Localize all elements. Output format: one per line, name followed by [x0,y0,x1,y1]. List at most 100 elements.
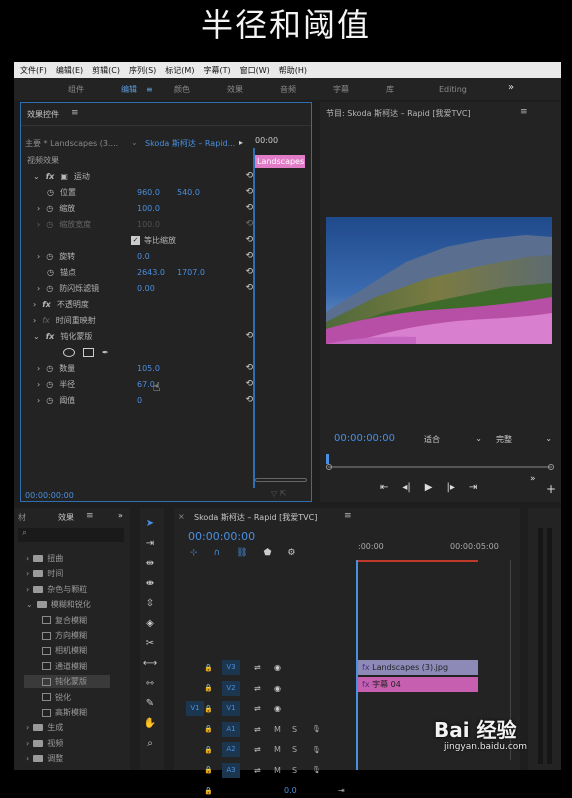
program-monitor-title[interactable]: 节目: Skoda 斯柯达 – Rapid [我爱TVC] [326,108,471,119]
panel-menu-icon[interactable]: ≡ [344,511,352,521]
track-header-a2[interactable]: 🔒 A2 ⇌ M S 🎙 [174,742,356,757]
anchor-x-value[interactable]: 2643.0 [137,268,165,277]
scale-row[interactable]: › ◷ 缩放 100.0 ⟲ [29,201,257,215]
master-clip-label[interactable]: 主要 * Landscapes (3.... [25,138,118,149]
track-target-button[interactable]: V2 [222,680,240,696]
workspace-menu-icon[interactable]: ≡ [146,85,156,94]
effects-list-item[interactable]: 复合模糊 [38,614,87,627]
source-patch-v1[interactable]: V1 [186,701,204,716]
menu-item-4[interactable]: 标记(M) [165,65,194,76]
sync-lock-icon[interactable]: ⇌ [254,704,261,713]
track-select-tool-icon[interactable]: ⇥ [140,538,160,549]
threshold-value[interactable]: 0 [137,396,142,405]
track-target-button[interactable]: A1 [222,721,240,737]
menu-item-0[interactable]: 文件(F) [20,65,47,76]
tab-previous[interactable]: 材 [18,512,26,523]
disclosure-arrow-icon[interactable]: › [26,754,29,763]
panel-more-button[interactable]: » [118,511,123,520]
slide-tool-icon[interactable]: ⇿ [140,678,160,689]
disclosure-arrow-icon[interactable]: ⌄ [26,600,33,609]
effects-list-item[interactable]: › 视频 [26,737,63,750]
scale-value[interactable]: 100.0 [137,204,160,213]
position-x-value[interactable]: 960.0 [137,188,160,197]
ripple-edit-tool-icon[interactable]: ⇹ [140,558,160,569]
effects-list-item[interactable]: ⌄ 模糊和锐化 [26,598,91,611]
solo-button[interactable]: S [292,766,297,775]
mute-button[interactable]: M [274,745,281,754]
effects-list-item[interactable]: › 调整 [26,752,63,765]
menu-item-7[interactable]: 帮助(H) [279,65,307,76]
program-scrub-bar[interactable] [328,466,552,468]
nest-icon[interactable]: ⊹ [190,548,198,558]
uniform-scale-checkbox[interactable]: ✓ [131,235,140,245]
lock-icon[interactable]: 🔒 [204,705,213,713]
effects-search-input[interactable]: ⌕ [18,528,124,542]
add-marker-icon[interactable]: ⬟ [264,548,272,558]
effects-list-item[interactable]: 通道模糊 [38,660,87,673]
disclosure-arrow-icon[interactable]: › [26,585,29,594]
track-target-button[interactable]: V1 [222,701,240,716]
workspace-tab-2[interactable]: 颜色 [174,84,227,95]
linked-selection-icon[interactable]: ⛓ [236,548,247,558]
track-target-button[interactable]: V3 [222,660,240,675]
step-forward-icon[interactable]: |▸ [446,482,454,493]
fit-dropdown[interactable]: 适合 ⌄ [424,434,486,446]
filter-icon[interactable]: ▽ ⇱ [271,489,286,498]
menu-item-3[interactable]: 序列(S) [129,65,156,76]
work-area-bar[interactable] [358,560,478,562]
menu-item-6[interactable]: 窗口(W) [240,65,270,76]
workspace-tab-0[interactable]: 组件 [68,84,121,95]
track-header-a1[interactable]: 🔒 A1 ⇌ M S 🎙 [174,721,356,737]
slip-tool-icon[interactable]: ⟷ [140,658,160,669]
hand-tool-icon[interactable]: ✋ [140,718,160,729]
clip-landscapes-jpg[interactable]: fx Landscapes (3).jpg [358,660,478,675]
effects-list-item[interactable]: › 扭曲 [26,552,63,565]
workspace-tab-5[interactable]: 字幕 [333,84,386,95]
workspace-more-button[interactable]: » [508,82,514,93]
workspace-tab-6[interactable]: 库 [386,84,439,95]
razor-blade-icon[interactable]: ✂ [140,638,160,649]
workspace-tab-7[interactable]: Editing [439,85,492,94]
motion-row[interactable]: ⌄ fx ▣ 运动 ⟲ [29,169,257,183]
effects-list-item[interactable]: › 生成 [26,721,63,734]
solo-button[interactable]: S [292,745,297,754]
mute-button[interactable]: M [274,725,281,734]
workspace-tab-4[interactable]: 音频 [280,84,333,95]
amount-value[interactable]: 105.0 [137,364,160,373]
panel-menu-icon[interactable]: ≡ [71,108,79,118]
antiflicker-row[interactable]: › ◷ 防闪烁滤镜 0.00 ⟲ [29,281,257,295]
uniform-scale-row[interactable]: ✓ 等比缩放 ⟲ [29,233,257,247]
solo-button[interactable]: S [292,725,297,734]
clip-title-04[interactable]: fx 字幕 04 [358,677,478,692]
track-target-button[interactable]: A3 [222,762,240,778]
lock-icon[interactable]: 🔒 [204,746,213,754]
amount-row[interactable]: › ◷ 数量 105.0 ⟲ [29,361,257,375]
sequence-clip-label[interactable]: Skoda 斯柯达 – Rapid... [145,138,235,149]
threshold-row[interactable]: › ◷ 阈值 0 ⟲ [29,393,257,407]
panel-menu-icon[interactable]: ≡ [86,511,94,521]
eye-icon[interactable]: ◉ [274,704,281,713]
effects-list-item[interactable]: 高斯模糊 [38,706,87,719]
timeline-sequence-tab[interactable]: Skoda 斯柯达 – Rapid [我爱TVC] [194,512,317,523]
lock-icon[interactable]: 🔒 [204,787,213,795]
effect-controls-tab[interactable]: 效果控件 [27,109,59,120]
chevron-down-icon[interactable]: ⌄ [131,138,138,147]
workspace-tab-3[interactable]: 效果 [227,84,280,95]
more-controls-icon[interactable]: » [530,474,536,484]
effects-list-item[interactable]: › 时间 [26,567,63,580]
snap-icon[interactable]: ∩ [214,548,221,558]
disclosure-arrow-icon[interactable]: › [26,739,29,748]
razor-tool-icon[interactable]: ◈ [140,618,160,629]
lock-icon[interactable]: 🔒 [204,664,213,672]
time-remap-row[interactable]: › fx 时间重映射 [29,313,257,327]
menu-item-5[interactable]: 字幕(T) [203,65,230,76]
eye-icon[interactable]: ◉ [274,684,281,693]
rolling-edit-tool-icon[interactable]: ⇼ [140,578,160,589]
quality-dropdown[interactable]: 完整 ⌄ [496,434,556,446]
position-row[interactable]: ◷ 位置 960.0 540.0 ⟲ [29,185,257,199]
effects-list-item[interactable]: 钝化蒙版 [24,675,110,689]
play-only-icon[interactable]: ▸ [239,138,243,147]
play-icon[interactable]: ▶ [425,482,433,493]
anchor-row[interactable]: ◷ 锚点 2643.0 1707.0 ⟲ [29,265,257,279]
sync-lock-icon[interactable]: ⇌ [254,745,261,754]
